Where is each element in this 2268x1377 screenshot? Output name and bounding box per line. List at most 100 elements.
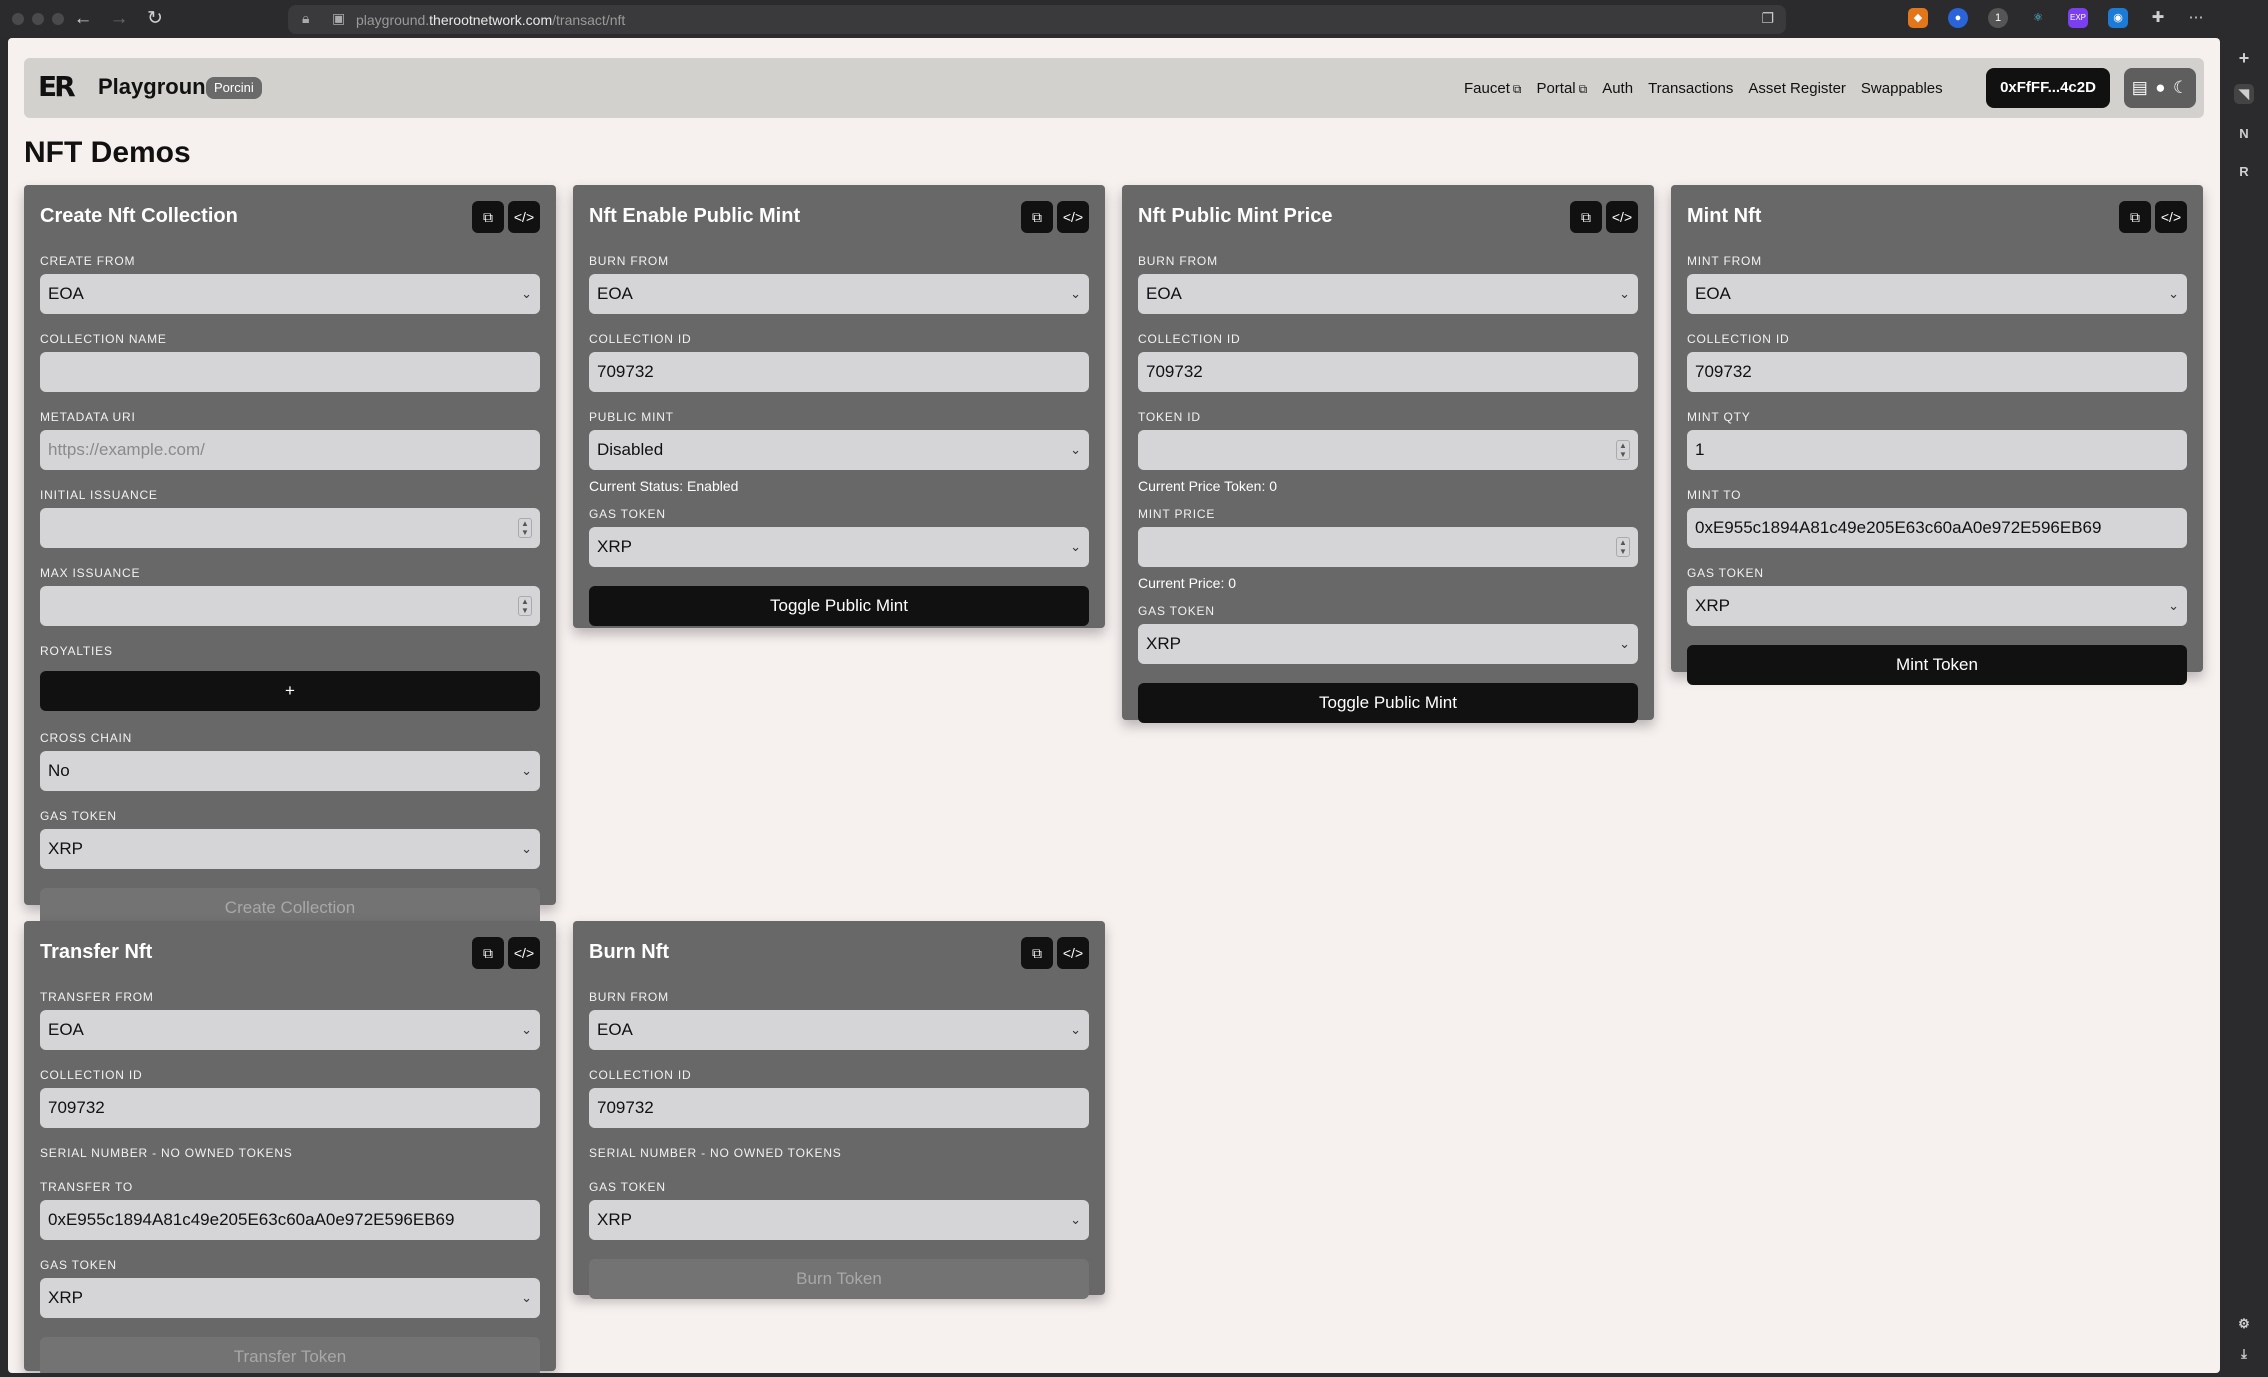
bookmark-icon[interactable]: ❐	[1761, 10, 1774, 27]
card-body: CREATE FROM EOA ⌄ COLLECTION NAME METADAT…	[40, 255, 540, 928]
add-royalty-button[interactable]: +	[40, 671, 540, 711]
toggle-public-mint-button[interactable]: Toggle Public Mint	[589, 586, 1089, 626]
stepper-icon[interactable]: ▲ ▼	[1616, 537, 1630, 557]
back-icon[interactable]: ←	[70, 6, 96, 32]
extensions-puzzle-icon[interactable]: ✚	[2148, 8, 2168, 28]
mint-qty-input[interactable]: 1	[1687, 430, 2187, 470]
sidebar-r-icon[interactable]: R	[2234, 162, 2254, 182]
site-settings-icon[interactable]: ▣	[332, 10, 345, 27]
select-value: No	[48, 761, 70, 780]
transfer-from-select[interactable]: EOA ⌄	[40, 1010, 540, 1050]
sidebar-app-icon[interactable]: ◥	[2234, 84, 2254, 104]
metamask-extension-icon[interactable]: ◆	[1908, 8, 1928, 28]
gas-token-select[interactable]: XRP ⌄	[589, 1200, 1089, 1240]
password-manager-extension-icon[interactable]: ●	[1948, 8, 1968, 28]
sidebar-notion-icon[interactable]: N	[2234, 124, 2254, 144]
code-icon[interactable]: </>	[508, 937, 540, 969]
react-devtools-icon[interactable]: ⚛	[2028, 8, 2048, 28]
nav-portal-link[interactable]: Portal ⧉	[1536, 80, 1587, 97]
card-title: Nft Public Mint Price	[1138, 205, 1333, 227]
nav-faucet-link[interactable]: Faucet ⧉	[1464, 80, 1521, 97]
app-name[interactable]: Playground	[98, 74, 219, 100]
toggle-public-mint-button[interactable]: Toggle Public Mint	[1138, 683, 1638, 723]
window-close-button[interactable]	[12, 13, 24, 25]
gas-token-select[interactable]: XRP ⌄	[1138, 624, 1638, 664]
mint-token-button[interactable]: Mint Token	[1687, 645, 2187, 685]
stepper-icon[interactable]: ▲ ▼	[518, 596, 532, 616]
card-body: TRANSFER FROM EOA ⌄ COLLECTION ID 709732 …	[40, 991, 540, 1373]
gas-token-select[interactable]: XRP ⌄	[40, 829, 540, 869]
gas-token-select[interactable]: XRP ⌄	[40, 1278, 540, 1318]
wallet-extension-icon[interactable]: ◉	[2108, 8, 2128, 28]
moon-icon[interactable]: ☾	[2173, 78, 2188, 98]
code-icon[interactable]: </>	[1606, 201, 1638, 233]
copy-icon[interactable]: ⧉	[1021, 937, 1053, 969]
burn-nft-card: Burn Nft ⧉ </> BURN FROM EOA ⌄ COLLECTION…	[573, 921, 1105, 1299]
gas-token-select[interactable]: XRP ⌄	[1687, 586, 2187, 626]
card-body: BURN FROM EOA ⌄ COLLECTION ID 709732 SERI…	[589, 991, 1089, 1299]
metadata-uri-label: METADATA URI	[40, 410, 136, 424]
cross-chain-select[interactable]: No ⌄	[40, 751, 540, 791]
stepper-icon[interactable]: ▲ ▼	[518, 518, 532, 538]
collection-id-input[interactable]: 709732	[1687, 352, 2187, 392]
public-mint-select[interactable]: Disabled ⌄	[589, 430, 1089, 470]
exp-extension-icon[interactable]: EXP	[2068, 8, 2088, 28]
collection-name-input[interactable]	[40, 352, 540, 392]
sidebar-download-icon[interactable]: ⤓	[2234, 1344, 2254, 1364]
document-icon[interactable]: ▤	[2132, 78, 2148, 98]
nav-asset-register-link[interactable]: Asset Register	[1748, 80, 1846, 97]
extension-with-count-icon[interactable]: 1	[1988, 8, 2008, 28]
sidebar-settings-icon[interactable]: ⚙	[2234, 1314, 2254, 1334]
burn-from-select[interactable]: EOA ⌄	[589, 274, 1089, 314]
chevron-down-icon: ⌄	[2168, 598, 2179, 613]
burn-token-button[interactable]: Burn Token	[589, 1259, 1089, 1299]
collection-id-input[interactable]: 709732	[589, 352, 1089, 392]
metadata-uri-input[interactable]: https://example.com/	[40, 430, 540, 470]
copy-icon[interactable]: ⧉	[1570, 201, 1602, 233]
card-actions: ⧉ </>	[472, 201, 540, 233]
mint-to-input[interactable]: 0xE955c1894A81c49e205E63c60aA0e972E596EB…	[1687, 508, 2187, 548]
mint-price-input[interactable]: ▲ ▼	[1138, 527, 1638, 567]
max-issuance-input[interactable]: ▲ ▼	[40, 586, 540, 626]
token-id-input[interactable]: ▲ ▼	[1138, 430, 1638, 470]
wallet-address-button[interactable]: 0xFfFF...4c2D	[1986, 68, 2110, 108]
address-bar[interactable]: 🔒︎ ▣ playground.therootnetwork.com/trans…	[288, 5, 1786, 34]
collection-id-input[interactable]: 709732	[589, 1088, 1089, 1128]
gas-token-select[interactable]: XRP ⌄	[589, 527, 1089, 567]
card-title: Mint Nft	[1687, 205, 1762, 227]
collection-id-label: COLLECTION ID	[589, 1068, 692, 1082]
github-icon[interactable]: ●	[2155, 78, 2165, 98]
mint-from-select[interactable]: EOA ⌄	[1687, 274, 2187, 314]
copy-icon[interactable]: ⧉	[472, 201, 504, 233]
copy-icon[interactable]: ⧉	[472, 937, 504, 969]
window-zoom-button[interactable]	[52, 13, 64, 25]
more-menu-icon[interactable]: ⋯	[2186, 8, 2206, 28]
initial-issuance-input[interactable]: ▲ ▼	[40, 508, 540, 548]
collection-name-label: COLLECTION NAME	[40, 332, 167, 346]
burn-from-select[interactable]: EOA ⌄	[589, 1010, 1089, 1050]
chevron-down-icon: ⌄	[1070, 539, 1081, 554]
code-icon[interactable]: </>	[508, 201, 540, 233]
card-title: Nft Enable Public Mint	[589, 205, 801, 227]
code-icon[interactable]: </>	[2155, 201, 2187, 233]
nav-swappables-link[interactable]: Swappables	[1861, 80, 1943, 97]
burn-from-select[interactable]: EOA ⌄	[1138, 274, 1638, 314]
create-from-select[interactable]: EOA ⌄	[40, 274, 540, 314]
reload-icon[interactable]: ↻	[142, 6, 168, 32]
copy-icon[interactable]: ⧉	[2119, 201, 2151, 233]
window-minimize-button[interactable]	[32, 13, 44, 25]
nav-auth-link[interactable]: Auth	[1602, 80, 1633, 97]
add-icon[interactable]: +	[2234, 48, 2254, 68]
collection-id-input[interactable]: 709732	[1138, 352, 1638, 392]
code-icon[interactable]: </>	[1057, 937, 1089, 969]
card-body: BURN FROM EOA ⌄ COLLECTION ID 709732 PUBL…	[589, 255, 1089, 626]
stepper-icon[interactable]: ▲ ▼	[1616, 440, 1630, 460]
nav-transactions-link[interactable]: Transactions	[1648, 80, 1733, 97]
root-network-logo[interactable]: ER	[38, 72, 76, 102]
forward-icon[interactable]: →	[106, 6, 132, 32]
code-icon[interactable]: </>	[1057, 201, 1089, 233]
transfer-to-input[interactable]: 0xE955c1894A81c49e205E63c60aA0e972E596EB…	[40, 1200, 540, 1240]
copy-icon[interactable]: ⧉	[1021, 201, 1053, 233]
collection-id-input[interactable]: 709732	[40, 1088, 540, 1128]
transfer-token-button[interactable]: Transfer Token	[40, 1337, 540, 1373]
